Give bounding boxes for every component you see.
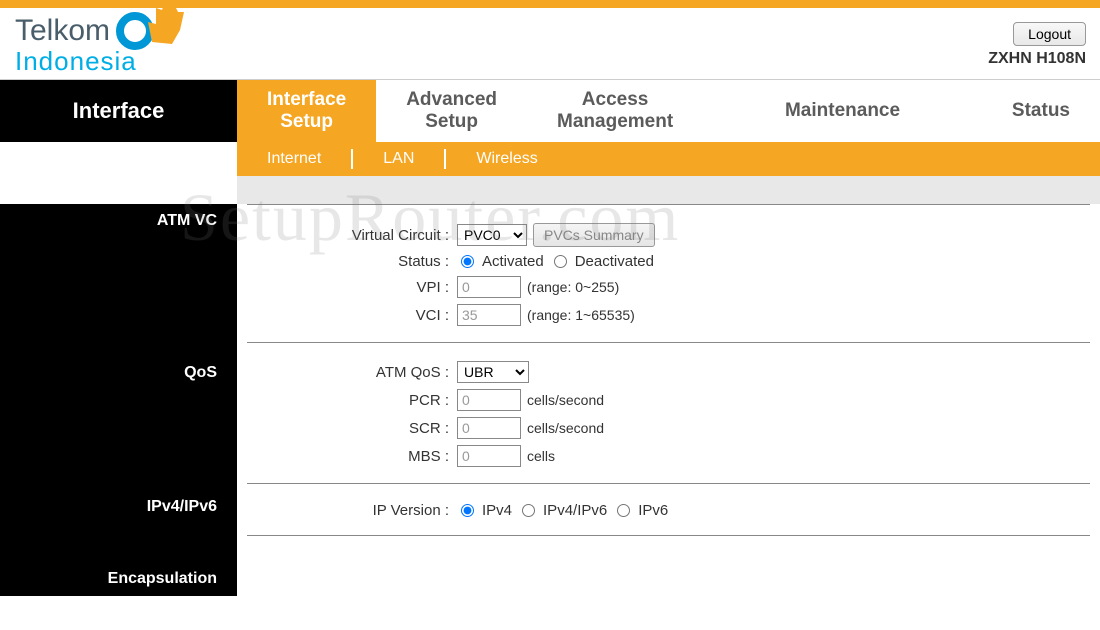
label-status: Status : [237,253,457,270]
logo: Telkom Indonesia [15,12,154,77]
section-qos: QoS [0,356,237,390]
form-area: Virtual Circuit : PVC0 PVCs Summary Stat… [237,176,1100,596]
tab-access-management[interactable]: AccessManagement [527,80,703,142]
logout-button[interactable]: Logout [1013,22,1086,46]
scr-input[interactable] [457,417,521,439]
pvcs-summary-button[interactable]: PVCs Summary [533,223,655,247]
tab-label-l2: Setup [280,111,333,132]
logo-text-indonesia: Indonesia [15,46,154,77]
tab-interface-setup[interactable]: InterfaceSetup [237,80,376,142]
status-deactivated-radio[interactable] [554,255,567,268]
tab-label: Status [1012,100,1070,122]
tab-label-l2: Management [557,111,673,132]
ipv6-label: IPv6 [638,502,668,519]
gray-band [237,176,1100,204]
section-ipv: IPv4/IPv6 [0,490,237,524]
logo-text-telkom: Telkom [15,14,110,48]
ipv4ipv6-label: IPv4/IPv6 [543,502,607,519]
header: Telkom Indonesia Logout ZXHN H108N [0,8,1100,80]
label-atm-qos: ATM QoS : [237,364,457,381]
ipv6-radio[interactable] [617,504,630,517]
subnav-lan[interactable]: LAN [353,149,446,169]
logo-hand-icon [142,2,192,47]
pcr-input[interactable] [457,389,521,411]
scr-unit: cells/second [527,420,604,436]
divider [247,535,1090,536]
main-nav: Interface InterfaceSetup AdvancedSetup A… [0,80,1100,142]
tab-label-l1: Interface [267,89,346,110]
label-mbs: MBS : [237,448,457,465]
tab-advanced-setup[interactable]: AdvancedSetup [376,80,527,142]
atm-vc-block: Virtual Circuit : PVC0 PVCs Summary Stat… [237,205,1100,342]
vci-input[interactable] [457,304,521,326]
label-virtual-circuit: Virtual Circuit : [237,227,457,244]
sidebar: ATM VC QoS IPv4/IPv6 Encapsulation [0,176,237,596]
tab-label-l1: Advanced [406,89,497,110]
vpi-input[interactable] [457,276,521,298]
tab-label-l1: Access [582,89,649,110]
content: ATM VC QoS IPv4/IPv6 Encapsulation Virtu… [0,176,1100,596]
model-label: ZXHN H108N [988,50,1086,68]
nav-current-section: Interface [0,80,237,142]
section-atm-vc: ATM VC [0,204,237,238]
vci-range: (range: 1~65535) [527,307,635,323]
label-vpi: VPI : [237,279,457,296]
label-pcr: PCR : [237,392,457,409]
label-scr: SCR : [237,420,457,437]
pcr-unit: cells/second [527,392,604,408]
tab-label: Maintenance [785,100,900,122]
qos-block: ATM QoS : UBR PCR : cells/second SCR : c… [237,343,1100,483]
virtual-circuit-select[interactable]: PVC0 [457,224,527,246]
section-encapsulation: Encapsulation [0,562,237,596]
subnav-spacer [0,142,237,176]
header-right: Logout ZXHN H108N [988,12,1090,68]
tab-status[interactable]: Status [982,80,1100,142]
label-ip-version: IP Version : [237,502,457,519]
tab-label-l2: Setup [425,111,478,132]
mbs-input[interactable] [457,445,521,467]
status-activated-label: Activated [482,253,544,270]
ipv4-radio[interactable] [461,504,474,517]
ipv4ipv6-radio[interactable] [522,504,535,517]
tab-maintenance[interactable]: Maintenance [703,80,982,142]
vpi-range: (range: 0~255) [527,279,619,295]
status-activated-radio[interactable] [461,255,474,268]
status-deactivated-label: Deactivated [575,253,654,270]
label-vci: VCI : [237,307,457,324]
atm-qos-select[interactable]: UBR [457,361,529,383]
subnav-wireless[interactable]: Wireless [446,149,567,169]
ipv4-label: IPv4 [482,502,512,519]
subnav-internet[interactable]: Internet [237,149,353,169]
logo-ring-icon [116,12,154,50]
sub-nav: Internet LAN Wireless [0,142,1100,176]
ipv-block: IP Version : IPv4 IPv4/IPv6 IPv6 [237,484,1100,535]
mbs-unit: cells [527,448,555,464]
